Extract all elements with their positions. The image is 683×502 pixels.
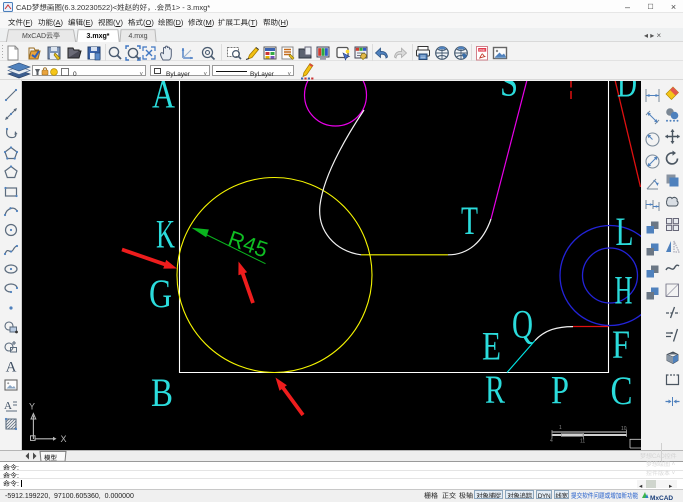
svg-text:G: G [149, 271, 172, 316]
svg-text:A: A [6, 360, 17, 375]
svg-text:Y: Y [29, 402, 35, 412]
svg-text:10: 10 [621, 426, 627, 432]
svg-text:R: R [485, 367, 505, 412]
svg-text:K: K [156, 212, 175, 257]
svg-text:A: A [4, 400, 12, 412]
svg-text:D: D [617, 81, 637, 106]
svg-text:4: 4 [550, 438, 553, 444]
svg-text:Q: Q [512, 302, 533, 347]
svg-text:1: 1 [559, 425, 562, 431]
svg-text:P: P [551, 368, 569, 413]
svg-text:C: C [611, 368, 633, 413]
svg-text:F: F [612, 322, 630, 367]
svg-text:11: 11 [580, 439, 585, 445]
svg-text:H: H [615, 268, 633, 313]
svg-text:S: S [500, 81, 518, 105]
svg-text:A: A [152, 81, 175, 117]
svg-text:L: L [616, 209, 634, 254]
svg-text:PDF: PDF [479, 48, 485, 52]
svg-text:R45: R45 [225, 226, 271, 263]
svg-text:E: E [482, 324, 501, 369]
svg-text:B: B [151, 370, 173, 415]
svg-text:X: X [61, 434, 67, 444]
svg-text:T: T [461, 198, 478, 243]
